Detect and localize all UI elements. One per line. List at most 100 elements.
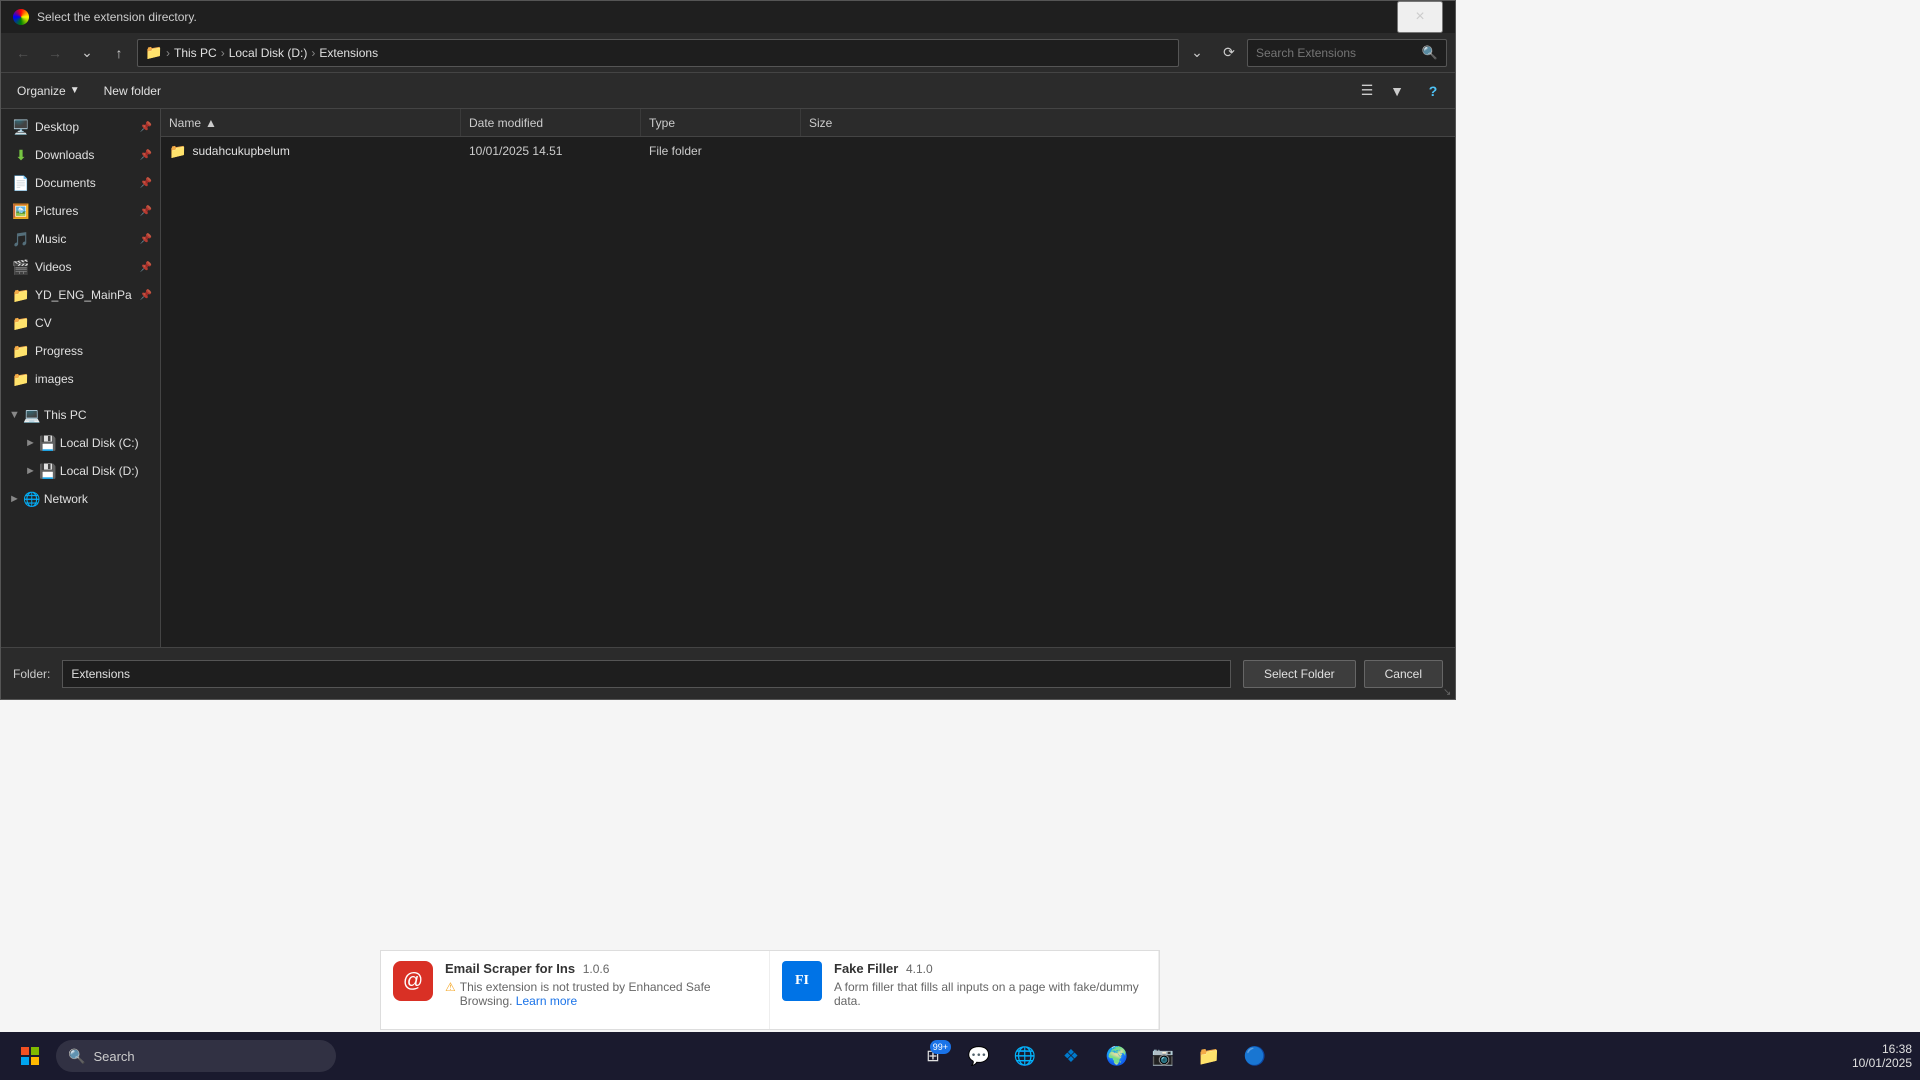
breadcrumb-this-pc[interactable]: This PC [174,46,217,60]
forward-button[interactable]: → [41,39,69,67]
taskbar-chrome-button[interactable]: 🌐 [1003,1038,1047,1074]
email-scraper-name: Email Scraper for Ins [445,961,575,976]
taskbar-search-box[interactable]: 🔍 Search [56,1040,336,1072]
fake-filler-icon: FI [782,961,822,1001]
taskbar: 🔍 Search ⊞ 99+ 💬 🌐 ❖ 🌍 📷 📁 🔵 1 [0,1032,1920,1080]
file-folder-icon: 📁 [169,143,186,160]
breadcrumb-folder-icon: 📁 [146,45,162,61]
pin-icon: 📌 [140,206,152,217]
sidebar-item-cv[interactable]: 📁 CV [1,309,160,337]
up-button[interactable]: ↑ [105,39,133,67]
pin-icon: 📌 [140,262,152,273]
sidebar-item-desktop[interactable]: 🖥️ Desktop 📌 [1,113,160,141]
file-name-cell: 📁 sudahcukupbelum [161,137,461,165]
taskbar-right: 16:38 10/01/2025 [1852,1042,1912,1070]
sidebar-label: Pictures [35,204,134,218]
file-name: sudahcukupbelum [192,144,289,158]
folder-icon: 📁 [13,315,29,331]
new-folder-button[interactable]: New folder [96,80,169,102]
taskbar-app-button[interactable]: 🔵 [1233,1038,1277,1074]
select-folder-button[interactable]: Select Folder [1243,660,1356,688]
view-options-button[interactable]: ▼ [1383,77,1411,105]
sidebar-label: Local Disk (C:) [60,436,152,450]
fake-filler-version: 4.1.0 [906,962,933,976]
expand-breadcrumb-button[interactable]: ⌄ [1183,39,1211,67]
sort-arrow-icon: ▲ [205,116,217,130]
taskbar-date-value: 10/01/2025 [1852,1056,1912,1070]
sidebar-item-local-disk-c[interactable]: ► 💾 Local Disk (C:) [21,429,160,457]
sidebar-item-progress[interactable]: 📁 Progress [1,337,160,365]
dialog-footer: Folder: Select Folder Cancel [1,647,1455,699]
pin-icon: 📌 [140,150,152,161]
email-scraper-version: 1.0.6 [583,962,610,976]
recent-locations-button[interactable]: ⌄ [73,39,101,67]
fake-filler-name: Fake Filler [834,961,898,976]
fake-filler-card: FI Fake Filler 4.1.0 A form filler that … [770,951,1159,1029]
disk-d-icon: 💾 [40,463,56,479]
sidebar-label: Progress [35,344,152,358]
sidebar-item-yd-eng[interactable]: 📁 YD_ENG_MainPa 📌 [1,281,160,309]
taskbar-clock[interactable]: 16:38 10/01/2025 [1852,1042,1912,1070]
disk-c-icon: 💾 [40,435,56,451]
taskbar-widgets-button[interactable]: ⊞ 99+ [911,1038,955,1074]
breadcrumb-local-disk-d[interactable]: Local Disk (D:) [229,46,308,60]
videos-icon: 🎬 [13,259,29,275]
view-list-button[interactable]: ☰ [1353,77,1381,105]
taskbar-explorer-button[interactable]: 📁 [1187,1038,1231,1074]
pin-icon: 📌 [140,178,152,189]
sidebar-item-this-pc[interactable]: ▼ 💻 This PC [1,401,160,429]
warning-icon: ⚠ [445,980,456,994]
help-button[interactable]: ? [1419,77,1447,105]
start-button[interactable] [8,1038,52,1074]
sidebar-item-documents[interactable]: 📄 Documents 📌 [1,169,160,197]
taskbar-time-value: 16:38 [1852,1042,1912,1056]
taskbar-discord-button[interactable]: 💬 [957,1038,1001,1074]
widgets-badge: 99+ [930,1040,951,1054]
sidebar-item-pictures[interactable]: 🖼️ Pictures 📌 [1,197,160,225]
sidebar-item-downloads[interactable]: ⬇ Downloads 📌 [1,141,160,169]
taskbar-vscode-button[interactable]: ❖ [1049,1038,1093,1074]
sidebar-item-images[interactable]: 📁 images [1,365,160,393]
sidebar-label: Documents [35,176,134,190]
search-icon: 🔍 [1422,45,1438,61]
refresh-button[interactable]: ⟳ [1215,39,1243,67]
sidebar-item-local-disk-d[interactable]: ► 💾 Local Disk (D:) [21,457,160,485]
toolbar: Organize ▼ New folder ☰ ▼ ? [1,73,1455,109]
col-name-header[interactable]: Name ▲ [161,109,461,136]
file-dialog: Select the extension directory. × ← → ⌄ … [0,0,1456,700]
file-explorer-icon: 📁 [1198,1046,1220,1067]
taskbar-capture-button[interactable]: 📷 [1141,1038,1185,1074]
sidebar-label: This PC [44,408,152,422]
close-button[interactable]: × [1397,1,1443,33]
cancel-button[interactable]: Cancel [1364,660,1443,688]
learn-more-link[interactable]: Learn more [516,994,577,1008]
capture-icon: 📷 [1152,1046,1174,1067]
dialog-title: Select the extension directory. [37,10,197,24]
chrome-alt-icon: 🌍 [1106,1046,1128,1067]
folder-input[interactable] [62,660,1231,688]
sidebar-item-network[interactable]: ► 🌐 Network [1,485,160,513]
taskbar-search-icon: 🔍 [68,1048,85,1065]
col-date-header[interactable]: Date modified [461,109,641,136]
desktop-icon: 🖥️ [13,119,29,135]
col-size-header[interactable]: Size [801,109,1455,136]
folder-icon: 📁 [13,371,29,387]
col-type-header[interactable]: Type [641,109,801,136]
organize-button[interactable]: Organize ▼ [9,80,88,102]
pin-icon: 📌 [140,290,152,301]
expand-network-icon: ► [9,493,20,505]
file-list: Name ▲ Date modified Type Size 📁 sudahcu… [161,109,1455,647]
table-row[interactable]: 📁 sudahcukupbelum 10/01/2025 14.51 File … [161,137,1455,165]
taskbar-chrome-alt-button[interactable]: 🌍 [1095,1038,1139,1074]
sidebar-item-music[interactable]: 🎵 Music 📌 [1,225,160,253]
breadcrumb-extensions[interactable]: Extensions [319,46,378,60]
back-button[interactable]: ← [9,39,37,67]
taskbar-icons: ⊞ 99+ 💬 🌐 ❖ 🌍 📷 📁 🔵 [340,1038,1848,1074]
search-input[interactable] [1256,46,1418,60]
email-scraper-info: Email Scraper for Ins 1.0.6 ⚠ This exten… [445,961,757,1019]
sidebar-label: Desktop [35,120,134,134]
resize-handle[interactable]: ↘ [1443,687,1455,699]
pin-icon: 📌 [140,234,152,245]
sidebar: 🖥️ Desktop 📌 ⬇ Downloads 📌 📄 Documents 📌… [1,109,161,647]
sidebar-item-videos[interactable]: 🎬 Videos 📌 [1,253,160,281]
